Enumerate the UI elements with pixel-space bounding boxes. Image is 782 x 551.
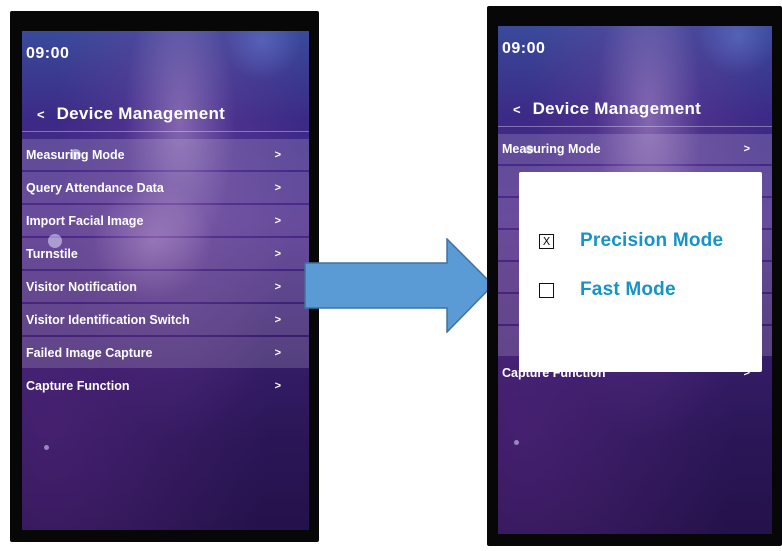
page-title: Device Management: [532, 99, 702, 118]
status-time: 09:00: [26, 45, 70, 62]
background-sparkle: [44, 445, 49, 450]
menu-item-measuring-mode[interactable]: Measuring Mode >: [22, 139, 309, 170]
menu-item-label: Measuring Mode: [502, 142, 601, 156]
menu-item-import-facial-image[interactable]: Import Facial Image >: [22, 205, 309, 236]
measuring-mode-dialog: X Precision Mode Fast Mode: [519, 172, 762, 372]
menu-item-label: Visitor Notification: [26, 279, 137, 294]
settings-menu: Measuring Mode > Query Attendance Data >…: [22, 139, 309, 403]
checkbox-unchecked[interactable]: [539, 282, 554, 298]
menu-item-label: Turnstile: [26, 246, 78, 261]
chevron-right-icon: >: [274, 313, 281, 326]
menu-item-capture-function[interactable]: Capture Function >: [22, 370, 309, 401]
menu-item-measuring-mode[interactable]: Measuring Mode >: [498, 134, 772, 164]
menu-item-visitor-notification[interactable]: Visitor Notification >: [22, 271, 309, 302]
device-left: 09:00 < Device Management Measuring Mode…: [10, 11, 319, 542]
stage: 09:00 < Device Management Measuring Mode…: [0, 0, 782, 551]
device-screen-right: 09:00 < Device Management Measuring Mode…: [498, 26, 772, 534]
menu-item-label: Measuring Mode: [26, 147, 125, 162]
chevron-right-icon: >: [274, 280, 281, 293]
page-title: Device Management: [56, 104, 226, 123]
device-screen-left: 09:00 < Device Management Measuring Mode…: [22, 31, 309, 530]
chevron-right-icon: >: [274, 148, 281, 161]
chevron-right-icon: >: [274, 379, 281, 392]
menu-item-label: Visitor Identification Switch: [26, 312, 190, 327]
menu-item-visitor-identification-switch[interactable]: Visitor Identification Switch >: [22, 304, 309, 335]
arrow-shape: [304, 238, 494, 333]
chevron-right-icon: >: [274, 247, 281, 260]
chevron-right-icon: >: [274, 181, 281, 194]
chevron-right-icon: >: [274, 214, 281, 227]
back-button[interactable]: <: [513, 102, 521, 117]
background-glow: [222, 31, 302, 81]
menu-item-query-attendance-data[interactable]: Query Attendance Data >: [22, 172, 309, 203]
page-header: < Device Management: [498, 96, 772, 127]
menu-item-label: Query Attendance Data: [26, 180, 164, 195]
option-precision-mode[interactable]: X Precision Mode: [539, 230, 723, 252]
background-sparkle: [514, 440, 519, 445]
option-label: Fast Mode: [580, 279, 676, 300]
menu-item-label: Import Facial Image: [26, 213, 144, 228]
menu-item-label: Capture Function: [26, 378, 130, 393]
transition-arrow-icon: [304, 238, 494, 333]
menu-item-label: Failed Image Capture: [26, 345, 153, 360]
checkbox-checked[interactable]: X: [539, 233, 554, 249]
back-button[interactable]: <: [37, 107, 45, 122]
status-time: 09:00: [502, 40, 546, 57]
page-header: < Device Management: [22, 101, 309, 132]
option-label: Precision Mode: [580, 230, 724, 251]
background-glow: [698, 26, 772, 76]
chevron-right-icon: >: [743, 143, 750, 155]
menu-item-turnstile[interactable]: Turnstile >: [22, 238, 309, 269]
device-right: 09:00 < Device Management Measuring Mode…: [487, 6, 782, 546]
menu-item-failed-image-capture[interactable]: Failed Image Capture >: [22, 337, 309, 368]
option-fast-mode[interactable]: Fast Mode: [539, 279, 676, 301]
chevron-right-icon: >: [274, 346, 281, 359]
